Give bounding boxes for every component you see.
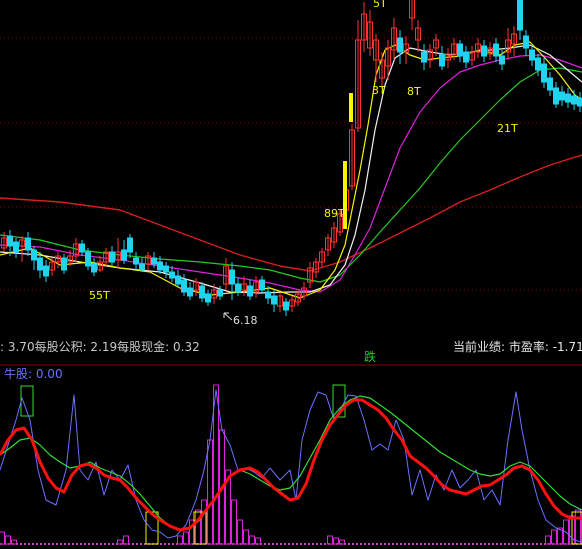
candle-body — [175, 275, 181, 285]
candle-body — [529, 49, 535, 61]
candle-body — [523, 35, 529, 49]
candle-body — [121, 249, 127, 261]
info-center-mark: 跌 — [364, 349, 376, 364]
candle-body — [571, 95, 577, 105]
candle-body — [535, 57, 541, 71]
candle-body — [457, 43, 463, 57]
candle-body — [205, 293, 211, 303]
candle-body — [157, 261, 163, 271]
label-55t: 55T — [89, 289, 110, 302]
candle-body — [247, 285, 253, 297]
candle-body — [13, 241, 19, 253]
info-right-text: 当前业绩: 市盈率: -1.71 — [453, 339, 582, 354]
candle-body — [559, 91, 565, 101]
candle-body — [397, 37, 403, 53]
candle-body — [43, 265, 49, 277]
candle-body — [25, 237, 31, 251]
candle-body — [541, 63, 547, 83]
candle-body — [235, 283, 241, 293]
candle-body — [79, 243, 85, 253]
candle-body — [109, 251, 115, 263]
signal-bar — [349, 93, 353, 122]
chart-background — [0, 0, 582, 549]
candle-body — [565, 93, 571, 103]
label-3t: 3T — [372, 84, 386, 97]
indicator-title: 牛股: 0.00 — [4, 366, 63, 381]
candle-body — [421, 51, 427, 63]
candle-body — [37, 257, 43, 271]
candle-body — [463, 51, 469, 63]
info-left-text: : 3.70每股公积: 2.19每股现金: 0.32 — [0, 339, 200, 354]
candle-body — [85, 251, 91, 267]
label-5t: 5T — [373, 0, 387, 10]
candle-body — [199, 285, 205, 299]
candle-body — [127, 237, 133, 253]
candle-body — [187, 287, 193, 297]
candle-body — [283, 301, 289, 311]
candle-body — [181, 279, 187, 293]
candle-body — [265, 291, 271, 299]
candle-body — [499, 55, 505, 65]
candle-body — [7, 235, 13, 247]
low-price-mark: 6.18 — [233, 314, 258, 327]
candle-body — [271, 295, 277, 305]
candle-body — [151, 257, 157, 265]
candle-body — [577, 97, 582, 107]
candle-body — [61, 257, 67, 271]
label-21t: 21T — [497, 122, 518, 135]
candle-body — [547, 77, 553, 91]
candle-body — [553, 87, 559, 105]
candle-body — [133, 257, 139, 265]
candle-body — [439, 53, 445, 67]
candle-body — [493, 43, 499, 57]
candle-body — [163, 265, 169, 273]
candle-body — [217, 289, 223, 297]
candle-body — [229, 269, 235, 285]
candle-body — [481, 45, 487, 57]
candle-body — [139, 263, 145, 271]
label-89t: 89T — [324, 207, 345, 220]
candle-body — [91, 263, 97, 273]
label-8t: 8T — [407, 85, 421, 98]
candle-body — [169, 271, 175, 279]
candle-body — [517, 0, 523, 31]
stock-chart[interactable]: 5T 3T 8T 21T 89T 55T 6.18 : 3.70每股公积: 2.… — [0, 0, 582, 549]
candle-body — [259, 279, 265, 291]
candle-body — [31, 249, 37, 261]
